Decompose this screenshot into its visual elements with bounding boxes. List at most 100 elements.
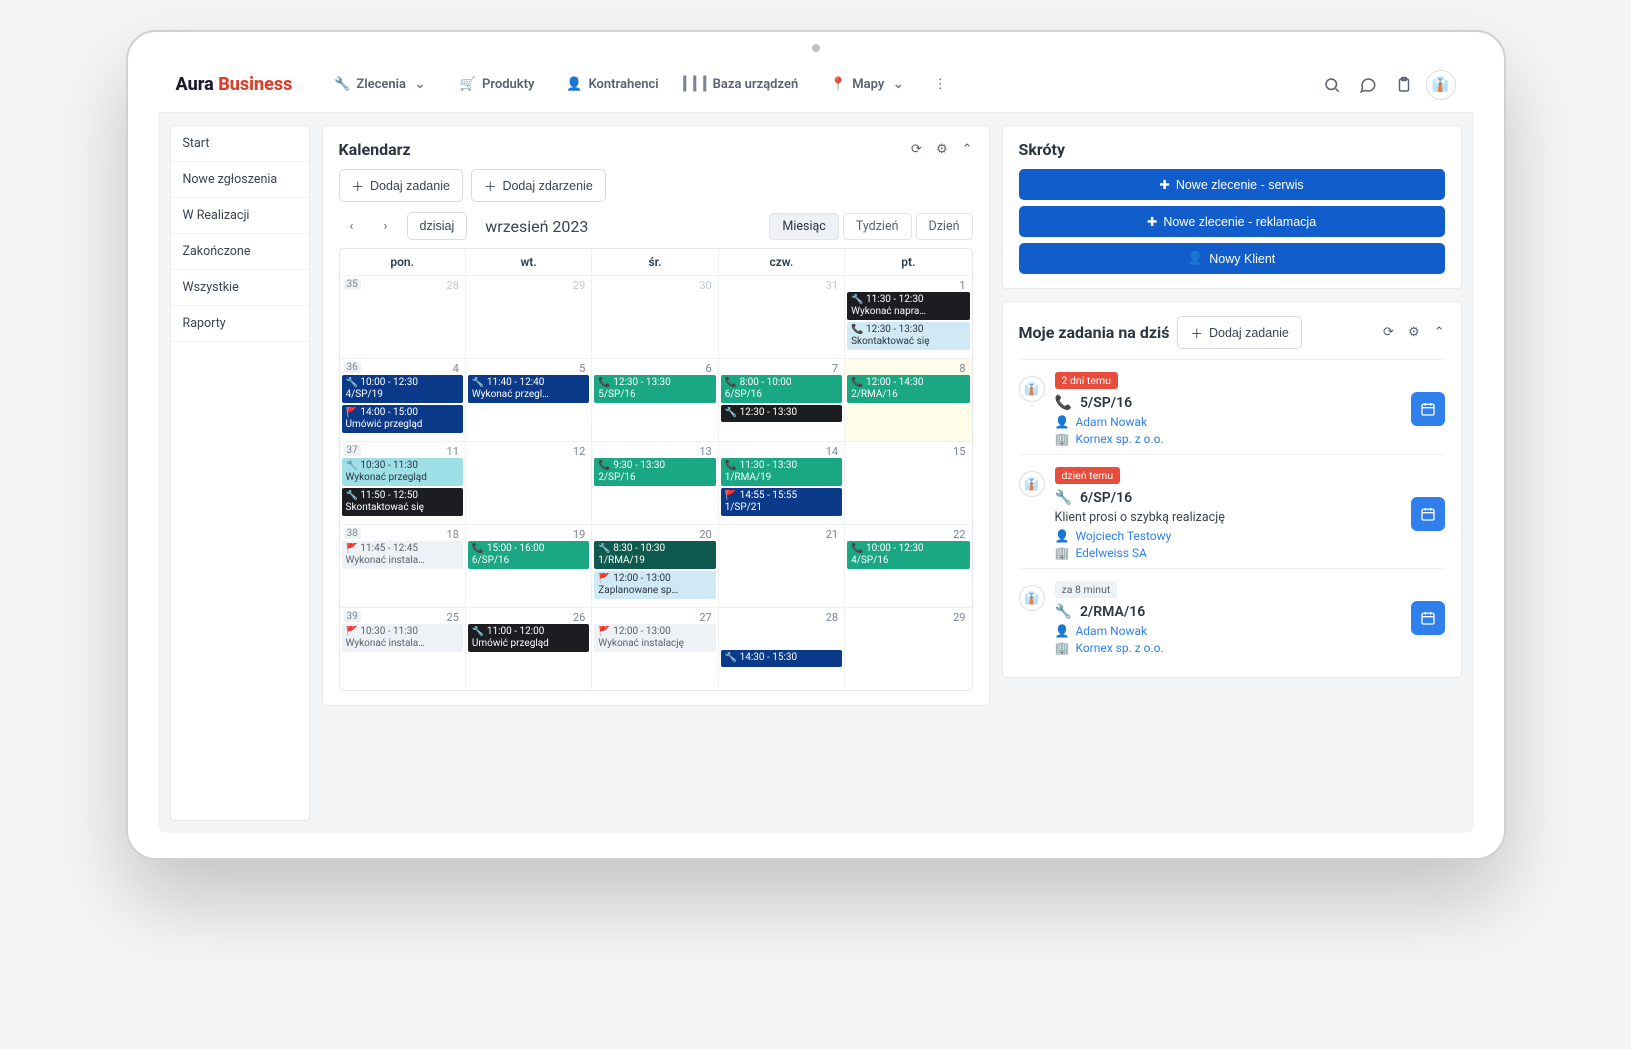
view-week[interactable]: Tydzień bbox=[843, 213, 912, 240]
task-company[interactable]: Kornex sp. z o.o. bbox=[1075, 641, 1163, 655]
day-cell[interactable]: 28 🔧 14:30 - 15:30 bbox=[719, 608, 845, 690]
day-cell[interactable]: 7 📞 8:00 - 10:006/SP/16 🔧 12:30 - 13:30 bbox=[719, 359, 845, 441]
sidebar-item-wrealizacji[interactable]: W Realizacji bbox=[171, 198, 309, 234]
day-cell[interactable]: 19 📞 15:00 - 16:006/SP/16 bbox=[466, 525, 592, 607]
task-person[interactable]: Adam Nowak bbox=[1075, 624, 1147, 638]
calendar-event[interactable]: 🔧 10:30 - 11:30Wykonać przegląd bbox=[342, 458, 463, 486]
calendar-event[interactable]: 📞 10:00 - 12:304/SP/16 bbox=[847, 541, 969, 569]
calendar-event[interactable]: 🚩 14:55 - 15:551/SP/21 bbox=[721, 488, 842, 516]
more-menu[interactable]: ⋮ bbox=[926, 71, 954, 99]
task-company[interactable]: Kornex sp. z o.o. bbox=[1075, 432, 1163, 446]
plus-icon: ✚ bbox=[1159, 177, 1169, 192]
day-cell[interactable]: 5 🔧 11:40 - 12:40Wykonać przegl… bbox=[466, 359, 592, 441]
calendar-event[interactable]: 🔧 11:40 - 12:40Wykonać przegl… bbox=[468, 375, 589, 403]
sidebar-item-raporty[interactable]: Raporty bbox=[171, 306, 309, 342]
add-task-button[interactable]: ＋Dodaj zadanie bbox=[339, 169, 463, 202]
shortcut-serwis[interactable]: ✚Nowe zlecenie - serwis bbox=[1019, 169, 1445, 200]
chevron-up-icon[interactable]: ⌃ bbox=[962, 142, 973, 157]
nav-label: Zlecenia bbox=[356, 77, 406, 92]
calendar-event[interactable]: 🔧 10:00 - 12:304/SP/19 bbox=[342, 375, 463, 403]
calendar-event[interactable]: 🔧 11:30 - 12:30Wykonać napra… bbox=[847, 292, 969, 320]
user-avatar[interactable]: 👔 bbox=[1426, 70, 1456, 100]
view-day[interactable]: Dzień bbox=[916, 213, 973, 240]
day-cell[interactable]: 12 bbox=[466, 442, 592, 524]
next-month[interactable]: › bbox=[373, 213, 399, 239]
nav-mapy[interactable]: 📍 Mapy ⌄ bbox=[818, 71, 918, 99]
shortcut-reklamacja[interactable]: ✚Nowe zlecenie - reklamacja bbox=[1019, 206, 1445, 237]
day-cell[interactable]: 31 bbox=[719, 276, 845, 358]
calendar-event[interactable]: 📞 8:00 - 10:006/SP/16 bbox=[721, 375, 842, 403]
day-cell[interactable]: 27 🚩 12:00 - 13:00Wykonać instalację bbox=[592, 608, 718, 690]
task-calendar-button[interactable] bbox=[1411, 392, 1445, 426]
clipboard-icon[interactable] bbox=[1390, 71, 1418, 99]
gear-icon[interactable]: ⚙ bbox=[936, 142, 948, 157]
shortcut-klient[interactable]: 👤Nowy Klient bbox=[1019, 243, 1445, 274]
nav-zlecenia[interactable]: 🔧 Zlecenia ⌄ bbox=[322, 71, 440, 99]
add-task-button[interactable]: ＋Dodaj zadanie bbox=[1177, 316, 1301, 349]
sidebar-item-nowe[interactable]: Nowe zgłoszenia bbox=[171, 162, 309, 198]
nav-produkty[interactable]: 🛒 Produkty bbox=[448, 71, 546, 99]
chevron-up-icon[interactable]: ⌃ bbox=[1434, 325, 1445, 340]
day-cell[interactable]: 6 📞 12:30 - 13:305/SP/16 bbox=[592, 359, 718, 441]
calendar-event[interactable]: 🚩 12:00 - 13:00Wykonać instalację bbox=[594, 624, 715, 652]
sidebar-item-start[interactable]: Start bbox=[171, 126, 309, 162]
task-company[interactable]: Edelweiss SA bbox=[1075, 546, 1146, 560]
day-cell-today[interactable]: 8 📞 12:00 - 14:302/RMA/16 bbox=[845, 359, 971, 441]
calendar-event[interactable]: 🚩 10:30 - 11:30Wykonać instala… bbox=[342, 624, 463, 652]
refresh-icon[interactable]: ⟳ bbox=[911, 142, 922, 157]
add-event-button[interactable]: ＋Dodaj zdarzenie bbox=[471, 169, 606, 202]
day-cell[interactable]: 29 bbox=[845, 608, 971, 690]
calendar-event[interactable]: 📞 11:30 - 13:301/RMA/19 bbox=[721, 458, 842, 486]
calendar-event[interactable]: 📞 12:30 - 13:305/SP/16 bbox=[594, 375, 715, 403]
button-label: Dodaj zadanie bbox=[370, 179, 450, 193]
sidebar-item-zakonczone[interactable]: Zakończone bbox=[171, 234, 309, 270]
chat-icon[interactable] bbox=[1354, 71, 1382, 99]
calendar-event[interactable]: 🔧 14:30 - 15:30 bbox=[721, 650, 842, 667]
day-cell[interactable]: 20 🔧 8:30 - 10:301/RMA/19 🚩 12:00 - 13:0… bbox=[592, 525, 718, 607]
day-cell[interactable]: 21 bbox=[719, 525, 845, 607]
day-cell[interactable]: 30 bbox=[592, 276, 718, 358]
task-person[interactable]: Adam Nowak bbox=[1075, 415, 1147, 429]
view-month[interactable]: Miesiąc bbox=[769, 213, 838, 240]
day-cell[interactable]: 3528 bbox=[340, 276, 466, 358]
day-cell[interactable]: 14 📞 11:30 - 13:301/RMA/19 🚩 14:55 - 15:… bbox=[719, 442, 845, 524]
task-calendar-button[interactable] bbox=[1411, 497, 1445, 531]
calendar-event[interactable]: 🔧 8:30 - 10:301/RMA/19 bbox=[594, 541, 715, 569]
day-cell[interactable]: 22 📞 10:00 - 12:304/SP/16 bbox=[845, 525, 971, 607]
nav-kontrahenci[interactable]: 👤 Kontrahenci bbox=[554, 71, 670, 99]
calendar-event[interactable]: 📞 12:00 - 14:302/RMA/16 bbox=[847, 375, 969, 403]
today-button[interactable]: dzisiaj bbox=[407, 212, 468, 240]
nav-baza[interactable]: ▎▎▎ Baza urządzeń bbox=[679, 71, 811, 99]
task-calendar-button[interactable] bbox=[1411, 601, 1445, 635]
day-cell[interactable]: 15 bbox=[845, 442, 971, 524]
day-cell[interactable]: 13 📞 9:30 - 13:302/SP/16 bbox=[592, 442, 718, 524]
task-ref: 2/RMA/16 bbox=[1080, 604, 1145, 620]
calendar-event[interactable]: 🚩 14:00 - 15:00Umówić przegląd bbox=[342, 405, 463, 433]
sidebar-item-wszystkie[interactable]: Wszystkie bbox=[171, 270, 309, 306]
calendar-event[interactable]: 🔧 12:30 - 13:30 bbox=[721, 405, 842, 422]
wrench-icon: 🔧 bbox=[1055, 490, 1072, 506]
task-person[interactable]: Wojciech Testowy bbox=[1075, 529, 1171, 543]
gear-icon[interactable]: ⚙ bbox=[1408, 325, 1420, 340]
calendar-event[interactable]: 📞 12:30 - 13:30Skontaktować się bbox=[847, 322, 969, 350]
calendar-event[interactable]: 🚩 11:45 - 12:45Wykonać instala… bbox=[342, 541, 463, 569]
calendar-event[interactable]: 🚩 12:00 - 13:00Zaplanowane sp… bbox=[594, 571, 715, 599]
refresh-icon[interactable]: ⟳ bbox=[1383, 325, 1394, 340]
day-cell[interactable]: 26 🔧 11:00 - 12:00Umówić przegląd bbox=[466, 608, 592, 690]
day-cell[interactable]: 364 🔧 10:00 - 12:304/SP/19 🚩 14:00 - 15:… bbox=[340, 359, 466, 441]
day-cell[interactable]: 3925 🚩 10:30 - 11:30Wykonać instala… bbox=[340, 608, 466, 690]
task-badge: za 8 minut bbox=[1055, 581, 1118, 598]
day-cell[interactable]: 29 bbox=[466, 276, 592, 358]
calendar-event[interactable]: 📞 15:00 - 16:006/SP/16 bbox=[468, 541, 589, 569]
day-cell[interactable]: 3711 🔧 10:30 - 11:30Wykonać przegląd 🔧 1… bbox=[340, 442, 466, 524]
calendar-event[interactable]: 🔧 11:00 - 12:00Umówić przegląd bbox=[468, 624, 589, 652]
search-icon[interactable] bbox=[1318, 71, 1346, 99]
day-cell[interactable]: 1 🔧 11:30 - 12:30Wykonać napra… 📞 12:30 … bbox=[845, 276, 971, 358]
building-icon: 🏢 bbox=[1055, 432, 1070, 446]
calendar-event[interactable]: 🔧 11:50 - 12:50Skontaktować się bbox=[342, 488, 463, 516]
day-cell[interactable]: 3818 🚩 11:45 - 12:45Wykonać instala… bbox=[340, 525, 466, 607]
person-icon: 👤 bbox=[1055, 624, 1070, 638]
calendar-event[interactable]: 📞 9:30 - 13:302/SP/16 bbox=[594, 458, 715, 486]
task-row: 👔 za 8 minut 🔧2/RMA/16 👤Adam Nowak 🏢Korn… bbox=[1019, 568, 1445, 663]
prev-month[interactable]: ‹ bbox=[339, 213, 365, 239]
